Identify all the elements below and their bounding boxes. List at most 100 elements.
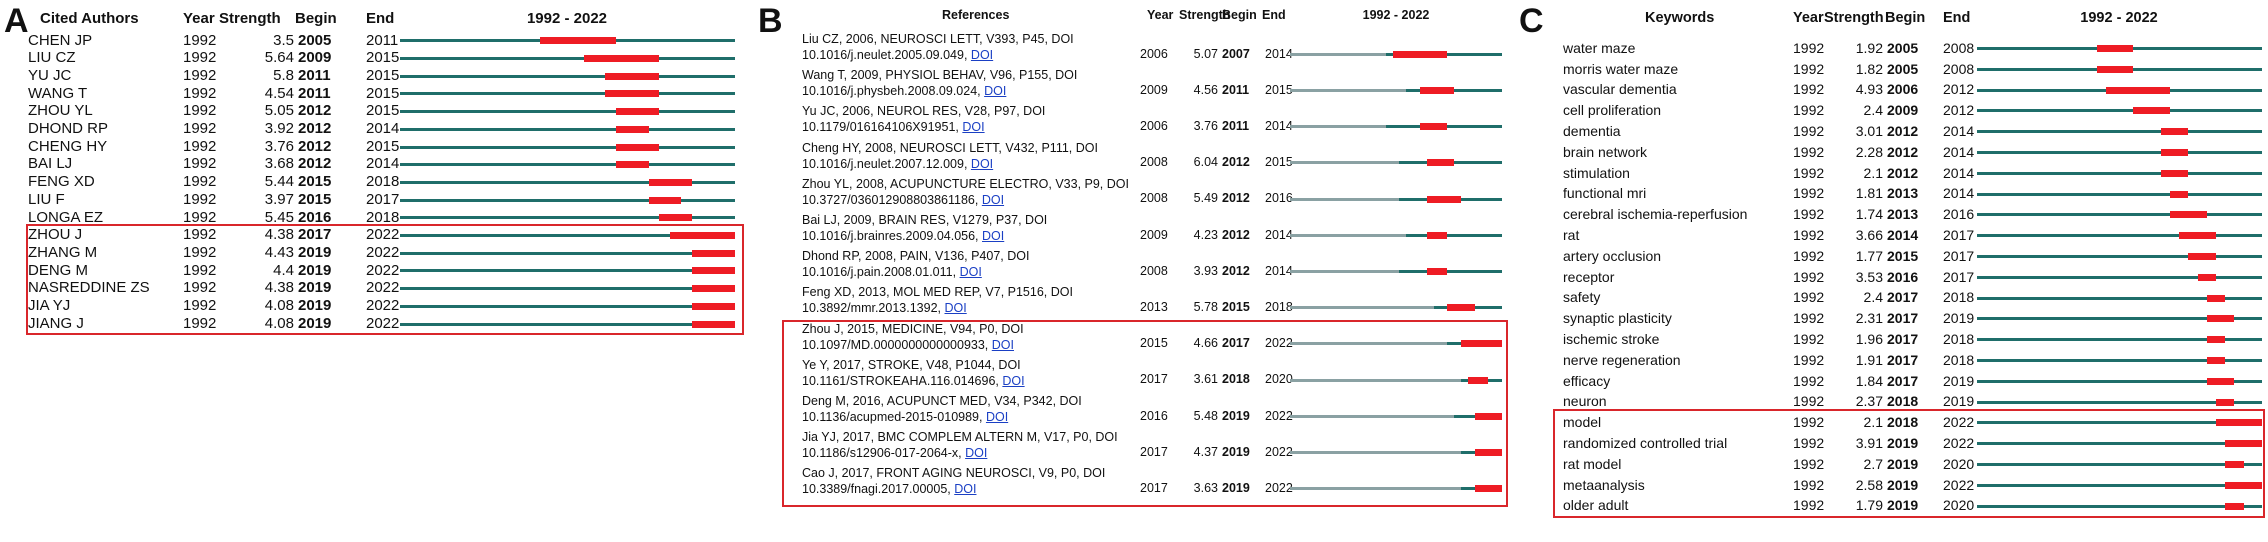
row-label: rat — [1563, 226, 1580, 243]
row-label: water maze — [1563, 39, 1636, 56]
row-year: 1992 — [1793, 247, 1825, 264]
row-year: 1992 — [1793, 351, 1825, 368]
burst-bar — [2160, 128, 2189, 136]
header-name: References — [942, 8, 1010, 22]
row-begin: 2012 — [298, 120, 332, 138]
row-strength: 3.92 — [264, 120, 294, 138]
row-end: 2014 — [1943, 164, 1975, 181]
row-end: 2008 — [1943, 60, 1975, 77]
row-year: 1992 — [1793, 330, 1825, 347]
row-begin: 2005 — [298, 31, 332, 49]
burst-bar — [2160, 169, 2189, 177]
row-strength: 1.77 — [1855, 247, 1883, 264]
row-year: 1992 — [1793, 289, 1825, 306]
row-year: 1992 — [1793, 39, 1825, 56]
burst-bar — [2188, 252, 2217, 260]
row-strength: 1.96 — [1855, 330, 1883, 347]
row-label: dementia — [1563, 122, 1621, 139]
row-end: 2015 — [366, 137, 400, 155]
burst-bar — [2096, 44, 2134, 52]
row-strength: 5.44 — [264, 173, 294, 191]
row-label: brain network — [1563, 143, 1648, 160]
row-label: cerebral ischemia-reperfusion — [1563, 206, 1748, 223]
burst-bar — [616, 143, 660, 151]
row-begin: 2011 — [1222, 82, 1250, 97]
highlight-box — [782, 319, 1508, 507]
row-strength: 1.82 — [1855, 60, 1883, 77]
burst-bar — [2197, 273, 2217, 281]
row-strength: 5.05 — [264, 102, 294, 120]
header-end: End — [366, 10, 395, 27]
row-begin: 2012 — [1887, 164, 1919, 181]
row-end: 2018 — [366, 173, 400, 191]
row-begin: 2006 — [1887, 81, 1919, 98]
burst-bar — [1419, 86, 1455, 94]
row-strength: 6.04 — [1193, 155, 1218, 170]
row-year: 1992 — [1793, 102, 1825, 119]
doi-link[interactable]: DOI — [984, 84, 1006, 98]
row-end: 2014 — [1265, 263, 1293, 278]
row-strength: 2.31 — [1855, 310, 1883, 327]
row-begin: 2012 — [298, 155, 332, 173]
row-end: 2018 — [1943, 351, 1975, 368]
row-year: 2009 — [1140, 227, 1168, 242]
row-year: 1992 — [183, 190, 217, 208]
doi-text: 10.1016/j.pain.2008.01.011, — [802, 265, 957, 280]
burst-bar — [2160, 148, 2189, 156]
row-label: vascular dementia — [1563, 81, 1677, 98]
row-year: 1992 — [183, 66, 217, 84]
doi-link[interactable]: DOI — [971, 48, 993, 62]
doi-link[interactable]: DOI — [982, 229, 1004, 243]
row-end: 2019 — [1943, 372, 1975, 389]
row-strength: 5.49 — [1193, 191, 1218, 206]
row-year: 1992 — [183, 155, 217, 173]
row-year: 1992 — [1793, 81, 1825, 98]
highlight-box — [1553, 409, 2265, 519]
timeline-before-publication — [1290, 233, 1407, 237]
row-strength: 1.92 — [1855, 39, 1883, 56]
panel-letter-a: A — [4, 2, 29, 40]
burst-bar — [616, 108, 660, 116]
timeline-before-publication — [1290, 306, 1434, 310]
row-year: 1992 — [1793, 310, 1825, 327]
burst-bar — [2096, 65, 2134, 73]
row-label: ZHOU YL — [28, 102, 93, 120]
row-strength: 4.54 — [264, 84, 294, 102]
timeline-before-publication — [1290, 52, 1386, 56]
row-end: 2014 — [1943, 143, 1975, 160]
row-strength: 3.66 — [1855, 226, 1883, 243]
row-begin: 2011 — [1222, 118, 1250, 133]
row-strength: 5.78 — [1193, 299, 1218, 314]
row-year: 1992 — [183, 31, 217, 49]
doi-text: 10.1016/j.neulet.2005.09.049, — [802, 48, 968, 62]
burst-bar — [1426, 231, 1448, 239]
burst-bar — [659, 214, 692, 222]
burst-bar — [1426, 267, 1448, 275]
doi-link[interactable]: DOI — [982, 193, 1004, 207]
header-range: 1992 - 2022 — [526, 10, 608, 27]
row-label: functional mri — [1563, 185, 1647, 202]
row-year: 1992 — [1793, 206, 1825, 223]
doi-link[interactable]: DOI — [960, 265, 982, 279]
doi-link[interactable]: DOI — [971, 157, 993, 171]
row-year: 1992 — [183, 173, 217, 191]
row-end: 2016 — [1943, 206, 1975, 223]
row-label: WANG T — [28, 84, 88, 102]
row-label: YU JC — [28, 66, 72, 84]
row-label: FENG XD — [28, 173, 95, 191]
row-label: ischemic stroke — [1563, 330, 1660, 347]
doi-link[interactable]: DOI — [944, 301, 966, 315]
row-begin: 2012 — [298, 102, 332, 120]
row-end: 2017 — [366, 190, 400, 208]
timeline-baseline — [1977, 234, 2262, 238]
highlight-box — [26, 223, 744, 335]
row-year: 2013 — [1140, 299, 1168, 314]
row-begin: 2012 — [298, 137, 332, 155]
timeline-baseline — [400, 110, 735, 114]
doi-link[interactable]: DOI — [962, 120, 984, 134]
timeline-baseline — [1977, 254, 2262, 258]
row-end: 2014 — [1265, 46, 1293, 61]
row-year: 2008 — [1140, 155, 1168, 170]
timeline-baseline — [400, 74, 735, 78]
reference-doi: 10.1179/016164106X91951, DOI — [802, 120, 985, 134]
